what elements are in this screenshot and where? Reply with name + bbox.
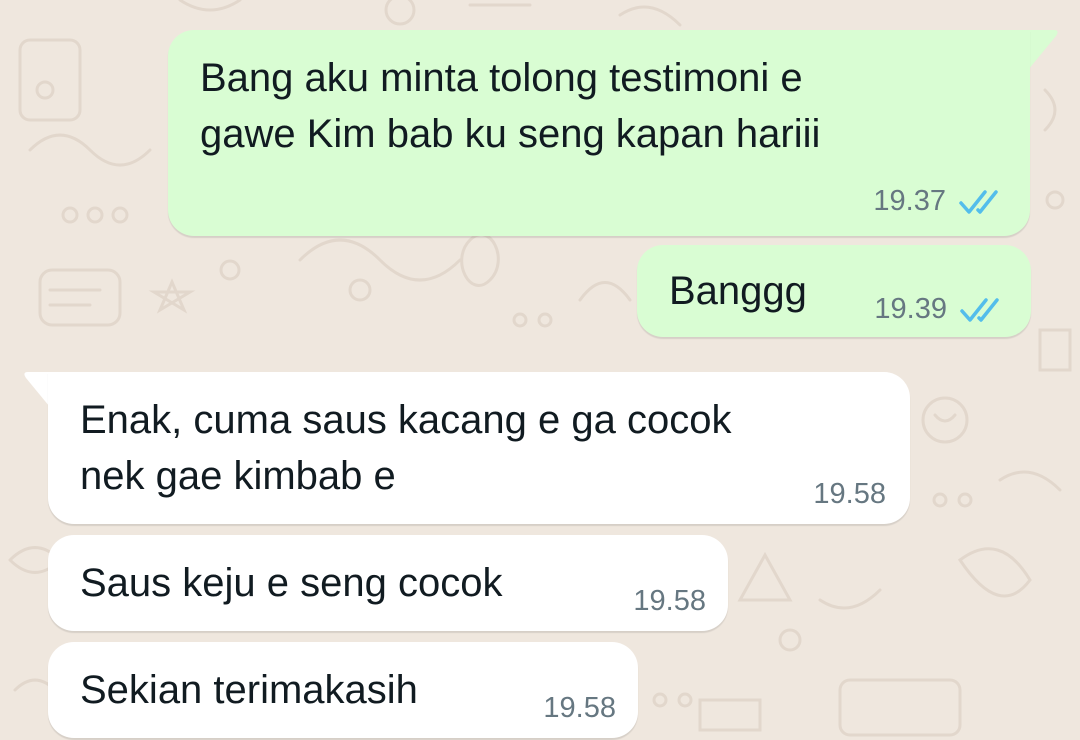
message-text: Bang aku minta tolong testimoni e gawe K… <box>200 56 821 156</box>
message-meta: 19.37 <box>873 185 1004 218</box>
message-meta: 19.58 <box>813 478 886 511</box>
message-text: Banggg <box>669 269 807 313</box>
message-text: Saus keju e seng cocok <box>80 561 503 605</box>
message-text: Enak, cuma saus kacang e ga cocok nek ga… <box>80 398 732 498</box>
message-bubble-incoming[interactable]: Saus keju e seng cocok 19.58 <box>48 535 728 631</box>
chat-window: Bang aku minta tolong testimoni e gawe K… <box>0 0 1080 740</box>
message-text: Sekian terimakasih <box>80 668 418 712</box>
message-bubble-outgoing[interactable]: Bang aku minta tolong testimoni e gawe K… <box>168 30 1030 236</box>
message-bubble-incoming[interactable]: Enak, cuma saus kacang e ga cocok nek ga… <box>48 372 910 524</box>
double-check-read-icon <box>959 189 998 214</box>
message-time: 19.39 <box>874 293 947 325</box>
message-meta: 19.58 <box>633 585 706 618</box>
message-time: 19.58 <box>543 692 616 724</box>
message-bubble-incoming[interactable]: Sekian terimakasih 19.58 <box>48 642 638 738</box>
message-bubble-outgoing[interactable]: Banggg 19.39 <box>637 245 1031 337</box>
message-meta: 19.39 <box>874 293 1005 326</box>
double-check-read-icon <box>960 297 999 322</box>
message-time: 19.58 <box>633 585 706 617</box>
message-time: 19.37 <box>873 185 946 217</box>
message-meta: 19.58 <box>543 692 616 725</box>
message-time: 19.58 <box>813 478 886 510</box>
